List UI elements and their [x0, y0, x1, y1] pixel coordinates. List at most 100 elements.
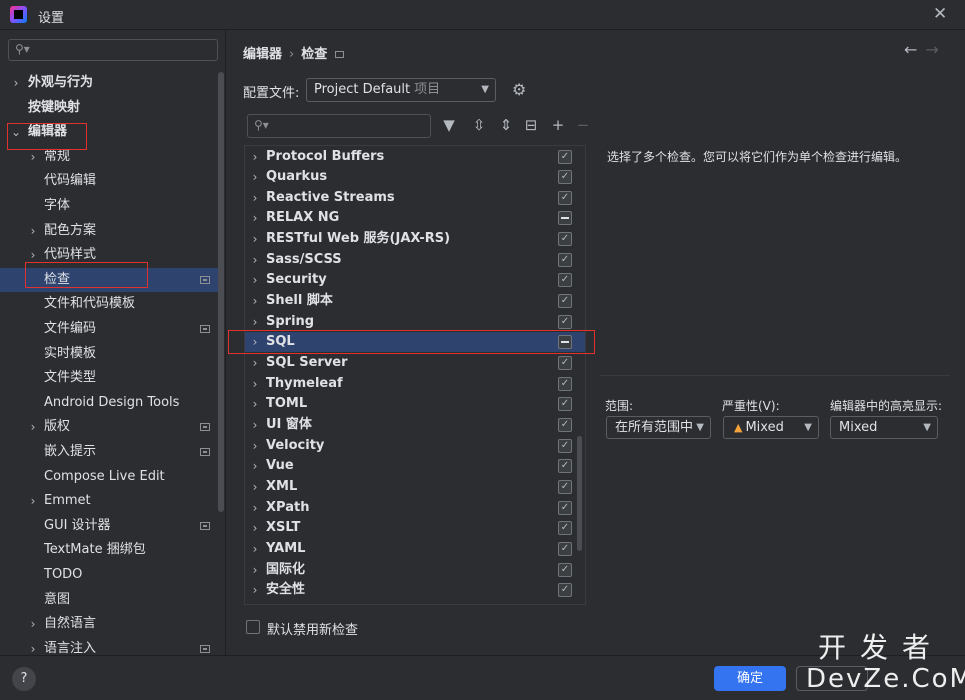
add-icon[interactable]: +	[549, 116, 567, 134]
chevron-right-icon[interactable]: ›	[10, 71, 22, 95]
inspection-row[interactable]: › RELAX NG	[245, 208, 585, 228]
inspection-row[interactable]: › YAML ✓	[245, 539, 585, 559]
inspection-row[interactable]: › RESTful Web 服务(JAX-RS) ✓	[245, 229, 585, 249]
checked-checkbox[interactable]: ✓	[558, 541, 572, 556]
indeterminate-checkbox[interactable]	[558, 211, 572, 226]
chevron-right-icon[interactable]: ›	[249, 147, 261, 167]
inspection-row[interactable]: › UI 窗体 ✓	[245, 415, 585, 435]
gear-icon[interactable]: ⚙	[512, 80, 526, 99]
chevron-right-icon[interactable]: ›	[27, 489, 39, 513]
reset-icon[interactable]: ⊟	[522, 116, 540, 134]
inspection-row[interactable]: › Vue ✓	[245, 456, 585, 476]
highlight-select[interactable]: Mixed ▼	[830, 416, 938, 439]
sidebar-item[interactable]: 文件类型	[0, 366, 220, 390]
sidebar-item[interactable]: › 版权	[0, 415, 220, 439]
chevron-right-icon[interactable]: ›	[249, 312, 261, 332]
back-arrow-icon[interactable]: ←	[904, 40, 917, 59]
collapse-all-icon[interactable]: ⇕	[497, 116, 515, 134]
sidebar-item[interactable]: › 外观与行为	[0, 71, 220, 95]
help-button[interactable]: ?	[12, 667, 36, 691]
checked-checkbox[interactable]: ✓	[558, 500, 572, 515]
chevron-right-icon[interactable]: ›	[249, 270, 261, 290]
inspection-row[interactable]: › Security ✓	[245, 270, 585, 290]
chevron-right-icon[interactable]: ›	[249, 394, 261, 414]
scope-select[interactable]: 在所有范围中 ▼	[606, 416, 711, 439]
checked-checkbox[interactable]: ✓	[558, 232, 572, 247]
chevron-right-icon[interactable]: ›	[249, 560, 261, 580]
checked-checkbox[interactable]: ✓	[558, 356, 572, 370]
checked-checkbox[interactable]: ✓	[558, 521, 572, 536]
inspection-row[interactable]: › XML ✓	[245, 477, 585, 497]
chevron-right-icon[interactable]: ›	[249, 208, 261, 228]
checked-checkbox[interactable]: ✓	[558, 190, 572, 205]
checked-checkbox[interactable]: ✓	[558, 314, 572, 329]
close-icon[interactable]: ✕	[933, 4, 947, 24]
sidebar-item[interactable]: 实时模板	[0, 342, 220, 366]
severity-select[interactable]: ▲ Mixed ▼	[723, 416, 819, 439]
chevron-right-icon[interactable]: ›	[249, 291, 261, 311]
filter-icon[interactable]: ▼	[440, 116, 458, 134]
sidebar-scrollbar[interactable]	[218, 72, 224, 512]
sidebar-item[interactable]: TODO	[0, 563, 220, 587]
chevron-right-icon[interactable]: ›	[27, 612, 39, 636]
sidebar-item[interactable]: 嵌入提示	[0, 440, 220, 464]
chevron-right-icon[interactable]: ›	[249, 580, 261, 600]
checked-checkbox[interactable]: ✓	[558, 294, 572, 309]
inspection-row[interactable]: › 国际化 ✓	[245, 560, 585, 580]
sidebar-item[interactable]: Compose Live Edit	[0, 465, 220, 489]
list-scrollbar[interactable]	[577, 436, 582, 551]
sidebar-item[interactable]: 代码编辑	[0, 169, 220, 193]
inspection-row[interactable]: › Reactive Streams ✓	[245, 188, 585, 208]
sidebar-item[interactable]: 意图	[0, 588, 220, 612]
checked-checkbox[interactable]: ✓	[558, 459, 572, 474]
sidebar-item[interactable]: 文件编码	[0, 317, 220, 341]
chevron-right-icon[interactable]: ›	[249, 353, 261, 373]
chevron-right-icon[interactable]: ›	[249, 436, 261, 456]
chevron-right-icon[interactable]: ›	[249, 415, 261, 435]
checked-checkbox[interactable]: ✓	[558, 273, 572, 288]
sidebar-item[interactable]: TextMate 捆绑包	[0, 538, 220, 562]
inspection-row[interactable]: › XSLT ✓	[245, 518, 585, 538]
inspection-row[interactable]: › Spring ✓	[245, 312, 585, 332]
sidebar-item[interactable]: › 自然语言	[0, 612, 220, 636]
checked-checkbox[interactable]: ✓	[558, 562, 572, 577]
checked-checkbox[interactable]: ✓	[558, 417, 572, 432]
profile-select[interactable]: Project Default 项目 ▼	[306, 78, 496, 102]
inspection-search-input[interactable]: ⚲▾	[247, 114, 431, 138]
chevron-right-icon[interactable]: ›	[249, 518, 261, 538]
sidebar-item[interactable]: › 配色方案	[0, 219, 220, 243]
chevron-right-icon[interactable]: ›	[249, 456, 261, 476]
checked-checkbox[interactable]: ✓	[558, 479, 572, 494]
expand-all-icon[interactable]: ⇳	[470, 116, 488, 134]
chevron-right-icon[interactable]: ›	[27, 219, 39, 243]
checked-checkbox[interactable]: ✓	[558, 438, 572, 453]
inspection-row[interactable]: › Protocol Buffers ✓	[245, 147, 585, 167]
chevron-right-icon[interactable]: ›	[249, 188, 261, 208]
checked-checkbox[interactable]: ✓	[558, 149, 572, 164]
chevron-right-icon[interactable]: ›	[249, 498, 261, 518]
inspection-row[interactable]: › Shell 脚本 ✓	[245, 291, 585, 311]
inspection-row[interactable]: › Velocity ✓	[245, 436, 585, 456]
chevron-right-icon[interactable]: ›	[249, 539, 261, 559]
checked-checkbox[interactable]: ✓	[558, 376, 572, 391]
inspection-row[interactable]: › Quarkus ✓	[245, 167, 585, 187]
inspection-row[interactable]: › SQL Server ✓	[245, 353, 585, 373]
default-disable-checkbox[interactable]	[246, 620, 260, 634]
inspection-row[interactable]: › TOML ✓	[245, 394, 585, 414]
breadcrumb-parent[interactable]: 编辑器	[243, 47, 282, 62]
sidebar-item[interactable]: Android Design Tools	[0, 391, 220, 415]
inspection-row[interactable]: › XPath ✓	[245, 498, 585, 518]
chevron-right-icon[interactable]: ›	[249, 167, 261, 187]
sidebar-item[interactable]: GUI 设计器	[0, 514, 220, 538]
chevron-right-icon[interactable]: ›	[249, 477, 261, 497]
sidebar-search-input[interactable]: ⚲▾	[8, 39, 218, 61]
checked-checkbox[interactable]: ✓	[558, 170, 572, 185]
chevron-right-icon[interactable]: ›	[27, 415, 39, 439]
sidebar-item[interactable]: 字体	[0, 194, 220, 218]
checked-checkbox[interactable]: ✓	[558, 583, 572, 598]
checked-checkbox[interactable]: ✓	[558, 252, 572, 267]
ok-button[interactable]: 确定	[714, 666, 786, 691]
sidebar-item[interactable]: 文件和代码模板	[0, 292, 220, 316]
inspection-row[interactable]: › Thymeleaf ✓	[245, 374, 585, 394]
sidebar-item[interactable]: 按键映射	[0, 96, 220, 120]
